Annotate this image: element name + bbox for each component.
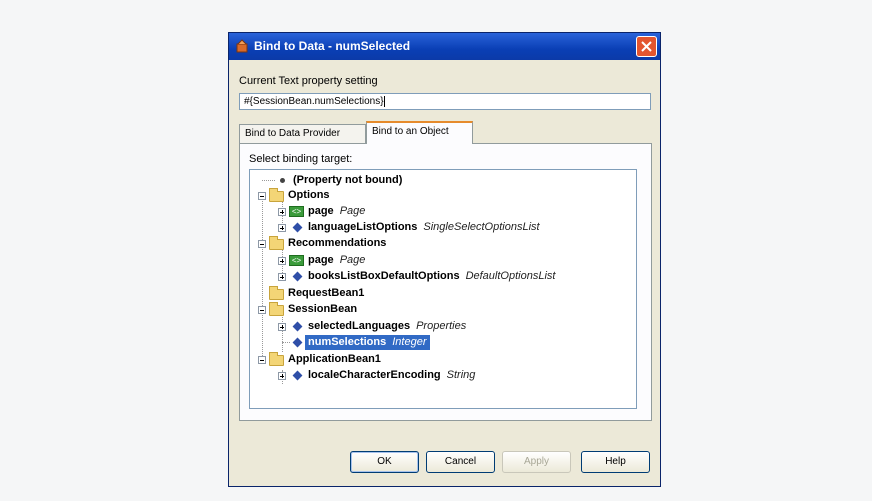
tree-item-name: page bbox=[308, 205, 334, 217]
collapse-toggle[interactable] bbox=[258, 192, 266, 200]
tree-item-name: booksListBoxDefaultOptions bbox=[308, 270, 460, 282]
tree-item-name: Recommendations bbox=[288, 237, 387, 249]
bean-icon bbox=[236, 39, 248, 53]
tree-guide-line bbox=[282, 314, 283, 352]
tree-item-options[interactable]: Options bbox=[288, 188, 330, 203]
tree-guide-line bbox=[282, 342, 290, 343]
expand-toggle[interactable] bbox=[278, 323, 286, 331]
tree-item-name: RequestBean1 bbox=[288, 287, 365, 299]
tree-item-name: page bbox=[308, 254, 334, 266]
folder-icon bbox=[269, 352, 284, 366]
ok-button[interactable]: OK bbox=[350, 451, 419, 473]
collapse-toggle[interactable] bbox=[258, 356, 266, 364]
unbound-icon bbox=[280, 178, 285, 183]
folder-icon bbox=[269, 302, 284, 316]
tree-item-page[interactable]: page Page bbox=[308, 253, 365, 268]
tree-item-name: localeCharacterEncoding bbox=[308, 369, 441, 381]
property-label: Current Text property setting bbox=[239, 75, 378, 87]
binding-tree[interactable]: (Property not bound) Options <> page Page… bbox=[249, 169, 637, 409]
property-icon bbox=[292, 370, 303, 381]
tree-item-type: SingleSelectOptionsList bbox=[423, 221, 540, 233]
apply-button[interactable]: Apply bbox=[502, 451, 571, 473]
tree-item-property-not-bound[interactable]: (Property not bound) bbox=[293, 173, 402, 188]
folder-icon bbox=[269, 286, 284, 300]
binding-target-label: Select binding target: bbox=[249, 153, 353, 165]
cancel-button[interactable]: Cancel bbox=[426, 451, 495, 473]
tree-guide-line bbox=[262, 192, 263, 364]
expand-toggle[interactable] bbox=[278, 208, 286, 216]
tree-item-name: Options bbox=[288, 189, 330, 201]
tree-item-type: DefaultOptionsList bbox=[465, 270, 556, 282]
tab-bind-to-an-object[interactable]: Bind to an Object bbox=[366, 121, 473, 144]
dialog-title: Bind to Data - numSelected bbox=[254, 39, 411, 53]
collapse-toggle[interactable] bbox=[258, 306, 266, 314]
page-icon: <> bbox=[289, 255, 304, 266]
property-icon bbox=[292, 222, 303, 233]
help-button[interactable]: Help bbox=[581, 451, 650, 473]
expand-toggle[interactable] bbox=[278, 372, 286, 380]
tree-item-num-selections[interactable]: numSelections Integer bbox=[305, 335, 430, 350]
title-bar[interactable]: Bind to Data - numSelected bbox=[229, 33, 660, 60]
page-icon: <> bbox=[289, 206, 304, 217]
tree-item-type: String bbox=[446, 369, 476, 381]
tree-item-name: numSelections bbox=[308, 336, 387, 348]
tree-guide-line bbox=[262, 180, 275, 181]
close-icon bbox=[641, 41, 652, 52]
tree-item-books-list-box-default-options[interactable]: booksListBoxDefaultOptions DefaultOptions… bbox=[308, 269, 555, 284]
tree-item-language-list-options[interactable]: languageListOptions SingleSelectOptionsLi… bbox=[308, 220, 540, 235]
tree-item-type: Page bbox=[339, 254, 366, 266]
expand-toggle[interactable] bbox=[278, 257, 286, 265]
tree-item-name: SessionBean bbox=[288, 303, 358, 315]
expand-toggle[interactable] bbox=[278, 273, 286, 281]
tree-item-name: selectedLanguages bbox=[308, 320, 411, 332]
expand-toggle[interactable] bbox=[278, 224, 286, 232]
tab-label: Bind to an Object bbox=[372, 126, 449, 137]
tree-item-type: Properties bbox=[416, 320, 467, 332]
tree-item-type: Page bbox=[339, 205, 366, 217]
folder-icon bbox=[269, 236, 284, 250]
collapse-toggle[interactable] bbox=[258, 240, 266, 248]
tree-item-name: (Property not bound) bbox=[293, 174, 403, 186]
property-value-field[interactable]: #{SessionBean.numSelections} bbox=[239, 93, 651, 110]
tree-item-name: languageListOptions bbox=[308, 221, 418, 233]
tree-item-application-bean1[interactable]: ApplicationBean1 bbox=[288, 352, 381, 367]
tree-item-recommendations[interactable]: Recommendations bbox=[288, 236, 386, 251]
tab-label: Bind to Data Provider bbox=[245, 128, 341, 139]
tree-item-page[interactable]: page Page bbox=[308, 204, 365, 219]
property-icon bbox=[292, 337, 303, 348]
tab-bind-to-data-provider[interactable]: Bind to Data Provider bbox=[239, 124, 366, 143]
tree-item-type: Integer bbox=[392, 336, 427, 348]
tree-item-selected-languages[interactable]: selectedLanguages Properties bbox=[308, 319, 466, 334]
tree-item-locale-character-encoding[interactable]: localeCharacterEncoding String bbox=[308, 368, 475, 383]
tree-item-request-bean1[interactable]: RequestBean1 bbox=[288, 286, 364, 301]
property-icon bbox=[292, 321, 303, 332]
tree-item-session-bean[interactable]: SessionBean bbox=[288, 302, 357, 317]
close-button[interactable] bbox=[636, 36, 657, 57]
folder-icon bbox=[269, 188, 284, 202]
property-value: #{SessionBean.numSelections} bbox=[244, 96, 384, 107]
bind-to-data-dialog: Bind to Data - numSelected Current Text … bbox=[228, 32, 661, 487]
property-icon bbox=[292, 271, 303, 282]
text-caret bbox=[383, 95, 385, 107]
tree-item-name: ApplicationBean1 bbox=[288, 353, 381, 365]
